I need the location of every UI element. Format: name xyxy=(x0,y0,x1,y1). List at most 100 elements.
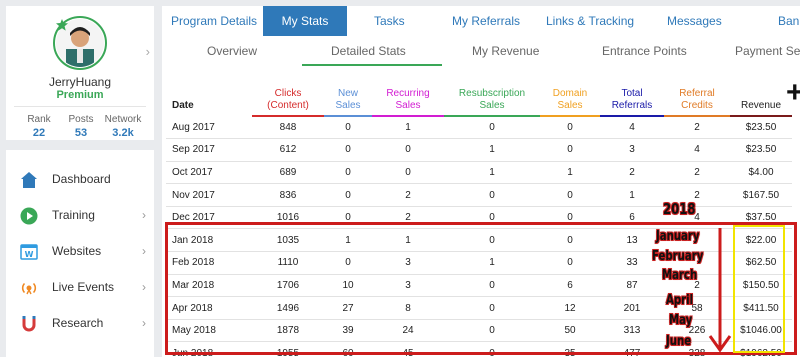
cell-new-sales: 0 xyxy=(324,115,372,139)
col-header-resubscription-sales[interactable]: Resubscription Sales xyxy=(444,82,540,117)
header-line: Sales xyxy=(395,100,421,111)
cell-domain-sales: 35 xyxy=(540,341,600,357)
chevron-right-icon[interactable]: › xyxy=(146,44,150,59)
table-row: Oct 2017 689 0 0 1 1 2 2 $4.00 xyxy=(166,160,792,184)
sidebar-item-label: Websites xyxy=(52,244,102,258)
cell-domain-sales: 0 xyxy=(540,138,600,162)
cell-referral-credits: 4 xyxy=(664,138,730,162)
cell-revenue: $62.50 xyxy=(730,251,792,275)
cell-revenue: $150.50 xyxy=(730,273,792,297)
cell-clicks: 612 xyxy=(252,138,324,162)
col-header-total-referrals[interactable]: Total Referrals xyxy=(600,82,664,117)
tab-my-stats[interactable]: My Stats xyxy=(263,6,347,36)
subtab-payment-settings[interactable]: Payment Set xyxy=(735,44,800,58)
cell-recurring-sales: 3 xyxy=(372,273,444,297)
cell-clicks: 1110 xyxy=(252,251,324,275)
cell-total-referrals: 87 xyxy=(600,273,664,297)
cell-total-referrals: 2 xyxy=(600,160,664,184)
chevron-right-icon: › xyxy=(142,316,146,330)
header-line: Referrals xyxy=(611,100,653,111)
cell-revenue: $1046.00 xyxy=(730,318,792,342)
cell-recurring-sales: 2 xyxy=(372,183,444,207)
cell-resubscription-sales: 0 xyxy=(444,318,540,342)
sidebar-item-websites[interactable]: W Websites › xyxy=(6,236,154,268)
table-row: May 2018 1878 39 24 0 50 313 226 $1046.00 xyxy=(166,318,792,342)
cell-resubscription-sales: 1 xyxy=(444,138,540,162)
table-row: Jun 2018 1955 60 45 0 35 477 328 $1962.50 xyxy=(166,341,792,357)
cell-revenue: $37.50 xyxy=(730,205,792,229)
stat-value: 22 xyxy=(32,127,46,139)
cell-revenue: $22.00 xyxy=(730,228,792,252)
annotation-month: June xyxy=(666,334,692,349)
cell-revenue: $23.50 xyxy=(730,138,792,162)
cell-domain-sales: 1 xyxy=(540,160,600,184)
detailed-stats-table: Date Clicks (Content) New Sales Recurring S… xyxy=(166,82,792,357)
col-header-recurring-sales[interactable]: Recurring Sales xyxy=(372,82,444,117)
cell-domain-sales: 0 xyxy=(540,228,600,252)
tab-program-details[interactable]: Program Details xyxy=(171,6,257,36)
sidebar-item-label: Dashboard xyxy=(52,172,111,186)
cell-new-sales: 27 xyxy=(324,296,372,320)
sidebar-item-label: Research xyxy=(52,316,104,330)
cell-clicks: 689 xyxy=(252,160,324,184)
table-row: Dec 2017 1016 0 2 0 0 6 4 $37.50 xyxy=(166,205,792,229)
subtab-entrance-points[interactable]: Entrance Points xyxy=(602,44,687,58)
cell-revenue: $1962.50 xyxy=(730,341,792,357)
header-line: Sales xyxy=(557,100,583,111)
cell-date: Feb 2018 xyxy=(166,251,252,275)
stat-label: Posts xyxy=(68,114,94,125)
cell-date: Nov 2017 xyxy=(166,183,252,207)
cell-domain-sales: 0 xyxy=(540,251,600,275)
cell-date: Mar 2018 xyxy=(166,273,252,297)
avatar[interactable] xyxy=(53,16,107,70)
sidebar-item-research[interactable]: Research › xyxy=(6,308,154,340)
col-header-domain-sales[interactable]: Domain Sales xyxy=(540,82,600,117)
cell-resubscription-sales: 0 xyxy=(444,183,540,207)
cell-new-sales: 1 xyxy=(324,228,372,252)
cell-total-referrals: 3 xyxy=(600,138,664,162)
cell-referral-credits: 2 xyxy=(664,115,730,139)
cell-resubscription-sales: 1 xyxy=(444,160,540,184)
sidebar-item-training[interactable]: Training › xyxy=(6,200,154,232)
header-line: Recurring xyxy=(386,88,430,99)
add-column-plus-icon[interactable]: + xyxy=(786,78,800,108)
profile-card[interactable]: › JerryHuang Premium Rank 22 Posts 53 Ne… xyxy=(6,6,154,140)
sidebar-item-live-events[interactable]: Live Events › xyxy=(6,272,154,304)
sidebar-item-dashboard[interactable]: Dashboard xyxy=(6,164,154,196)
main-panel: Program Details My Stats Tasks My Referr… xyxy=(162,6,800,357)
tab-messages[interactable]: Messages xyxy=(667,6,722,36)
subtab-detailed-stats[interactable]: Detailed Stats xyxy=(331,44,406,58)
col-header-clicks[interactable]: Clicks (Content) xyxy=(252,82,324,117)
col-header-referral-credits[interactable]: Referral Credits xyxy=(664,82,730,117)
header-line: Sales xyxy=(335,100,361,111)
cell-domain-sales: 50 xyxy=(540,318,600,342)
col-header-new-sales[interactable]: New Sales xyxy=(324,82,372,117)
tab-banners[interactable]: Bann xyxy=(778,6,800,36)
cell-revenue: $411.50 xyxy=(730,296,792,320)
cell-clicks: 1016 xyxy=(252,205,324,229)
house-icon xyxy=(21,172,37,188)
tab-links-tracking[interactable]: Links & Tracking xyxy=(546,6,634,36)
subtab-overview[interactable]: Overview xyxy=(207,44,257,58)
stat-network: Network 3.2k xyxy=(100,114,146,139)
table-row: Mar 2018 1706 10 3 0 6 87 2 $150.50 xyxy=(166,273,792,297)
cell-domain-sales: 0 xyxy=(540,205,600,229)
col-header-revenue[interactable]: Revenue xyxy=(730,82,792,117)
annotation-month: March xyxy=(662,268,698,283)
svg-text:W: W xyxy=(25,250,34,259)
cell-recurring-sales: 3 xyxy=(372,251,444,275)
subtab-my-revenue[interactable]: My Revenue xyxy=(472,44,539,58)
tab-tasks[interactable]: Tasks xyxy=(374,6,405,36)
cell-resubscription-sales: 0 xyxy=(444,296,540,320)
tab-my-referrals[interactable]: My Referrals xyxy=(452,6,520,36)
col-header-date[interactable]: Date xyxy=(166,82,252,117)
sidebar-item-label: Live Events xyxy=(52,280,115,294)
profile-name[interactable]: JerryHuang xyxy=(6,75,154,89)
header-line: Sales xyxy=(479,100,505,111)
cell-revenue: $23.50 xyxy=(730,115,792,139)
cell-resubscription-sales: 0 xyxy=(444,115,540,139)
cell-revenue: $167.50 xyxy=(730,183,792,207)
cell-revenue: $4.00 xyxy=(730,160,792,184)
cell-new-sales: 0 xyxy=(324,251,372,275)
cell-resubscription-sales: 0 xyxy=(444,341,540,357)
